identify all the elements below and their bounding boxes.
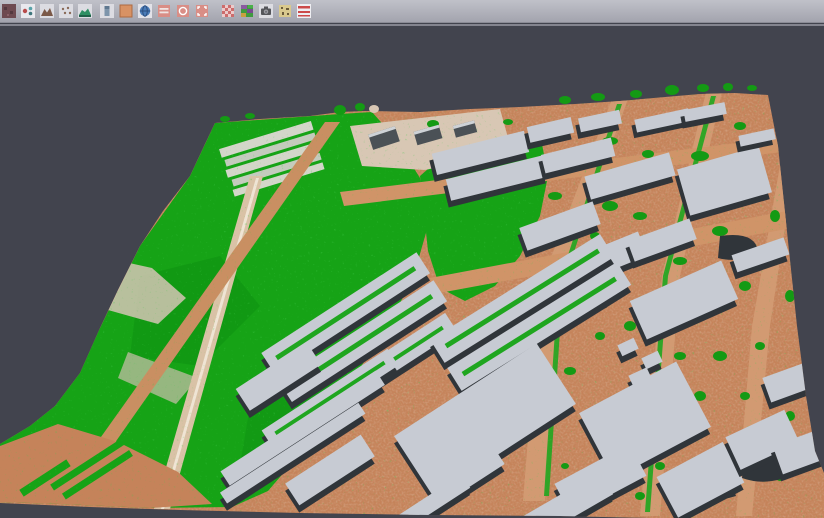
- globe-icon[interactable]: [137, 4, 152, 19]
- striped-panel-icon[interactable]: [156, 4, 171, 19]
- ortho-tile-icon[interactable]: [118, 4, 133, 19]
- horizon-hilltop: [369, 105, 379, 113]
- toolbar: [0, 0, 824, 23]
- color-map-icon[interactable]: [239, 4, 254, 19]
- viewport-3d[interactable]: .b{fill:#c7cbd3}.s{fill:#30353a}.st{fill…: [0, 26, 824, 517]
- profile-column-icon[interactable]: [99, 4, 114, 19]
- sparse-points-icon[interactable]: [58, 4, 73, 19]
- terrain-mesh: [0, 26, 824, 518]
- point-cloud-tile-icon[interactable]: [1, 4, 16, 19]
- flag-stripes-icon[interactable]: [296, 4, 311, 19]
- terrain-scene: .b{fill:#c7cbd3}.s{fill:#30353a}.st{fill…: [0, 26, 824, 518]
- terrain-green-icon[interactable]: [77, 4, 92, 19]
- textured-tile-icon[interactable]: [277, 4, 292, 19]
- circle-select-icon[interactable]: [175, 4, 190, 19]
- point-pair-icon[interactable]: [20, 4, 35, 19]
- camera-icon[interactable]: [258, 4, 273, 19]
- terrain-brown-icon[interactable]: [39, 4, 54, 19]
- grid-cells-icon[interactable]: [220, 4, 235, 19]
- extent-brackets-icon[interactable]: [194, 4, 209, 19]
